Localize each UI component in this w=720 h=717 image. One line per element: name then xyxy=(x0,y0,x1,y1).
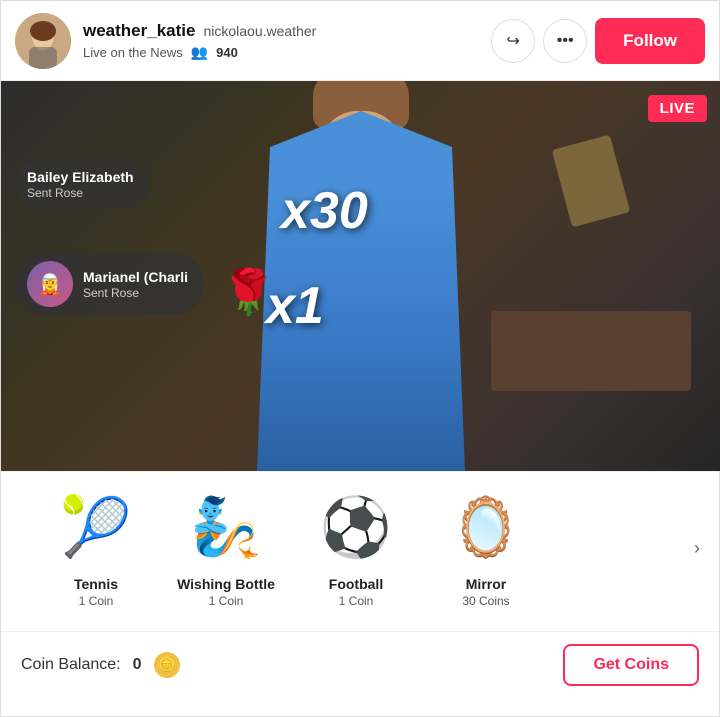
gift-icon-mirror: 🪞 xyxy=(446,488,526,568)
bottom-bar: Coin Balance: 0 🪙 Get Coins xyxy=(1,631,719,697)
avatar xyxy=(15,13,71,69)
gift-name-tennis: Tennis xyxy=(74,576,118,592)
gift-name-wishing-bottle: Wishing Bottle xyxy=(177,576,275,592)
gift-item-football[interactable]: ⚽ Football 1 Coin xyxy=(291,488,421,608)
notification-2: 🧝 Marianel (Charli Sent Rose xyxy=(15,253,204,315)
video-area: LIVE Bailey Elizabeth Sent Rose 🧝 Marian… xyxy=(1,81,720,471)
notif2-avatar: 🧝 xyxy=(27,261,73,307)
gift-icon-wishing-bottle: 🧞 xyxy=(186,488,266,568)
gift-icon-football: ⚽ xyxy=(316,488,396,568)
gift-cost-football: 1 Coin xyxy=(339,594,374,608)
notif1-name: Bailey Elizabeth xyxy=(27,169,134,185)
studio-desk xyxy=(491,311,691,391)
viewer-count: 940 xyxy=(216,45,238,60)
more-icon: ••• xyxy=(557,32,574,50)
coin-amount: 0 xyxy=(133,656,142,674)
header-actions: ↪ ••• Follow xyxy=(491,18,705,64)
share-button[interactable]: ↪ xyxy=(491,19,535,63)
gift-item-wishing-bottle[interactable]: 🧞 Wishing Bottle 1 Coin xyxy=(161,488,291,608)
gift-row: 🎾 Tennis 1 Coin 🧞 Wishing Bottle 1 Coin ⚽ Footb… xyxy=(1,488,719,608)
gift-name-football: Football xyxy=(329,576,383,592)
get-coins-button[interactable]: Get Coins xyxy=(563,644,699,686)
next-gifts-button[interactable]: › xyxy=(681,532,713,564)
coin-icon: 🪙 xyxy=(154,652,180,678)
username: weather_katie xyxy=(83,21,195,41)
gift-icon-tennis: 🎾 xyxy=(56,488,136,568)
notif2-name: Marianel (Charli xyxy=(83,269,188,285)
header-info: weather_katie nickolaou.weather Live on … xyxy=(83,21,491,61)
multiplier-30: x30 xyxy=(281,181,368,241)
gift-cost-tennis: 1 Coin xyxy=(79,594,114,608)
share-icon: ↪ xyxy=(506,31,519,51)
display-name: nickolaou.weather xyxy=(203,23,316,39)
gift-cost-wishing-bottle: 1 Coin xyxy=(209,594,244,608)
gift-panel: 🎾 Tennis 1 Coin 🧞 Wishing Bottle 1 Coin ⚽ Footb… xyxy=(1,471,719,631)
gift-cost-mirror: 30 Coins xyxy=(462,594,509,608)
coin-balance-label: Coin Balance: xyxy=(21,656,121,674)
multiplier-1: x1 xyxy=(266,276,324,336)
viewers-icon: 👥 xyxy=(191,44,208,61)
notif1-action: Sent Rose xyxy=(27,186,134,200)
live-badge: LIVE xyxy=(648,95,707,122)
notification-1: Bailey Elizabeth Sent Rose xyxy=(15,161,150,208)
gift-item-mirror[interactable]: 🪞 Mirror 30 Coins xyxy=(421,488,551,608)
more-button[interactable]: ••• xyxy=(543,19,587,63)
header: weather_katie nickolaou.weather Live on … xyxy=(1,1,719,81)
live-status: Live on the News xyxy=(83,45,183,60)
notif2-action: Sent Rose xyxy=(83,286,188,300)
gift-name-mirror: Mirror xyxy=(466,576,506,592)
gift-item-tennis[interactable]: 🎾 Tennis 1 Coin xyxy=(31,488,161,608)
follow-button[interactable]: Follow xyxy=(595,18,705,64)
